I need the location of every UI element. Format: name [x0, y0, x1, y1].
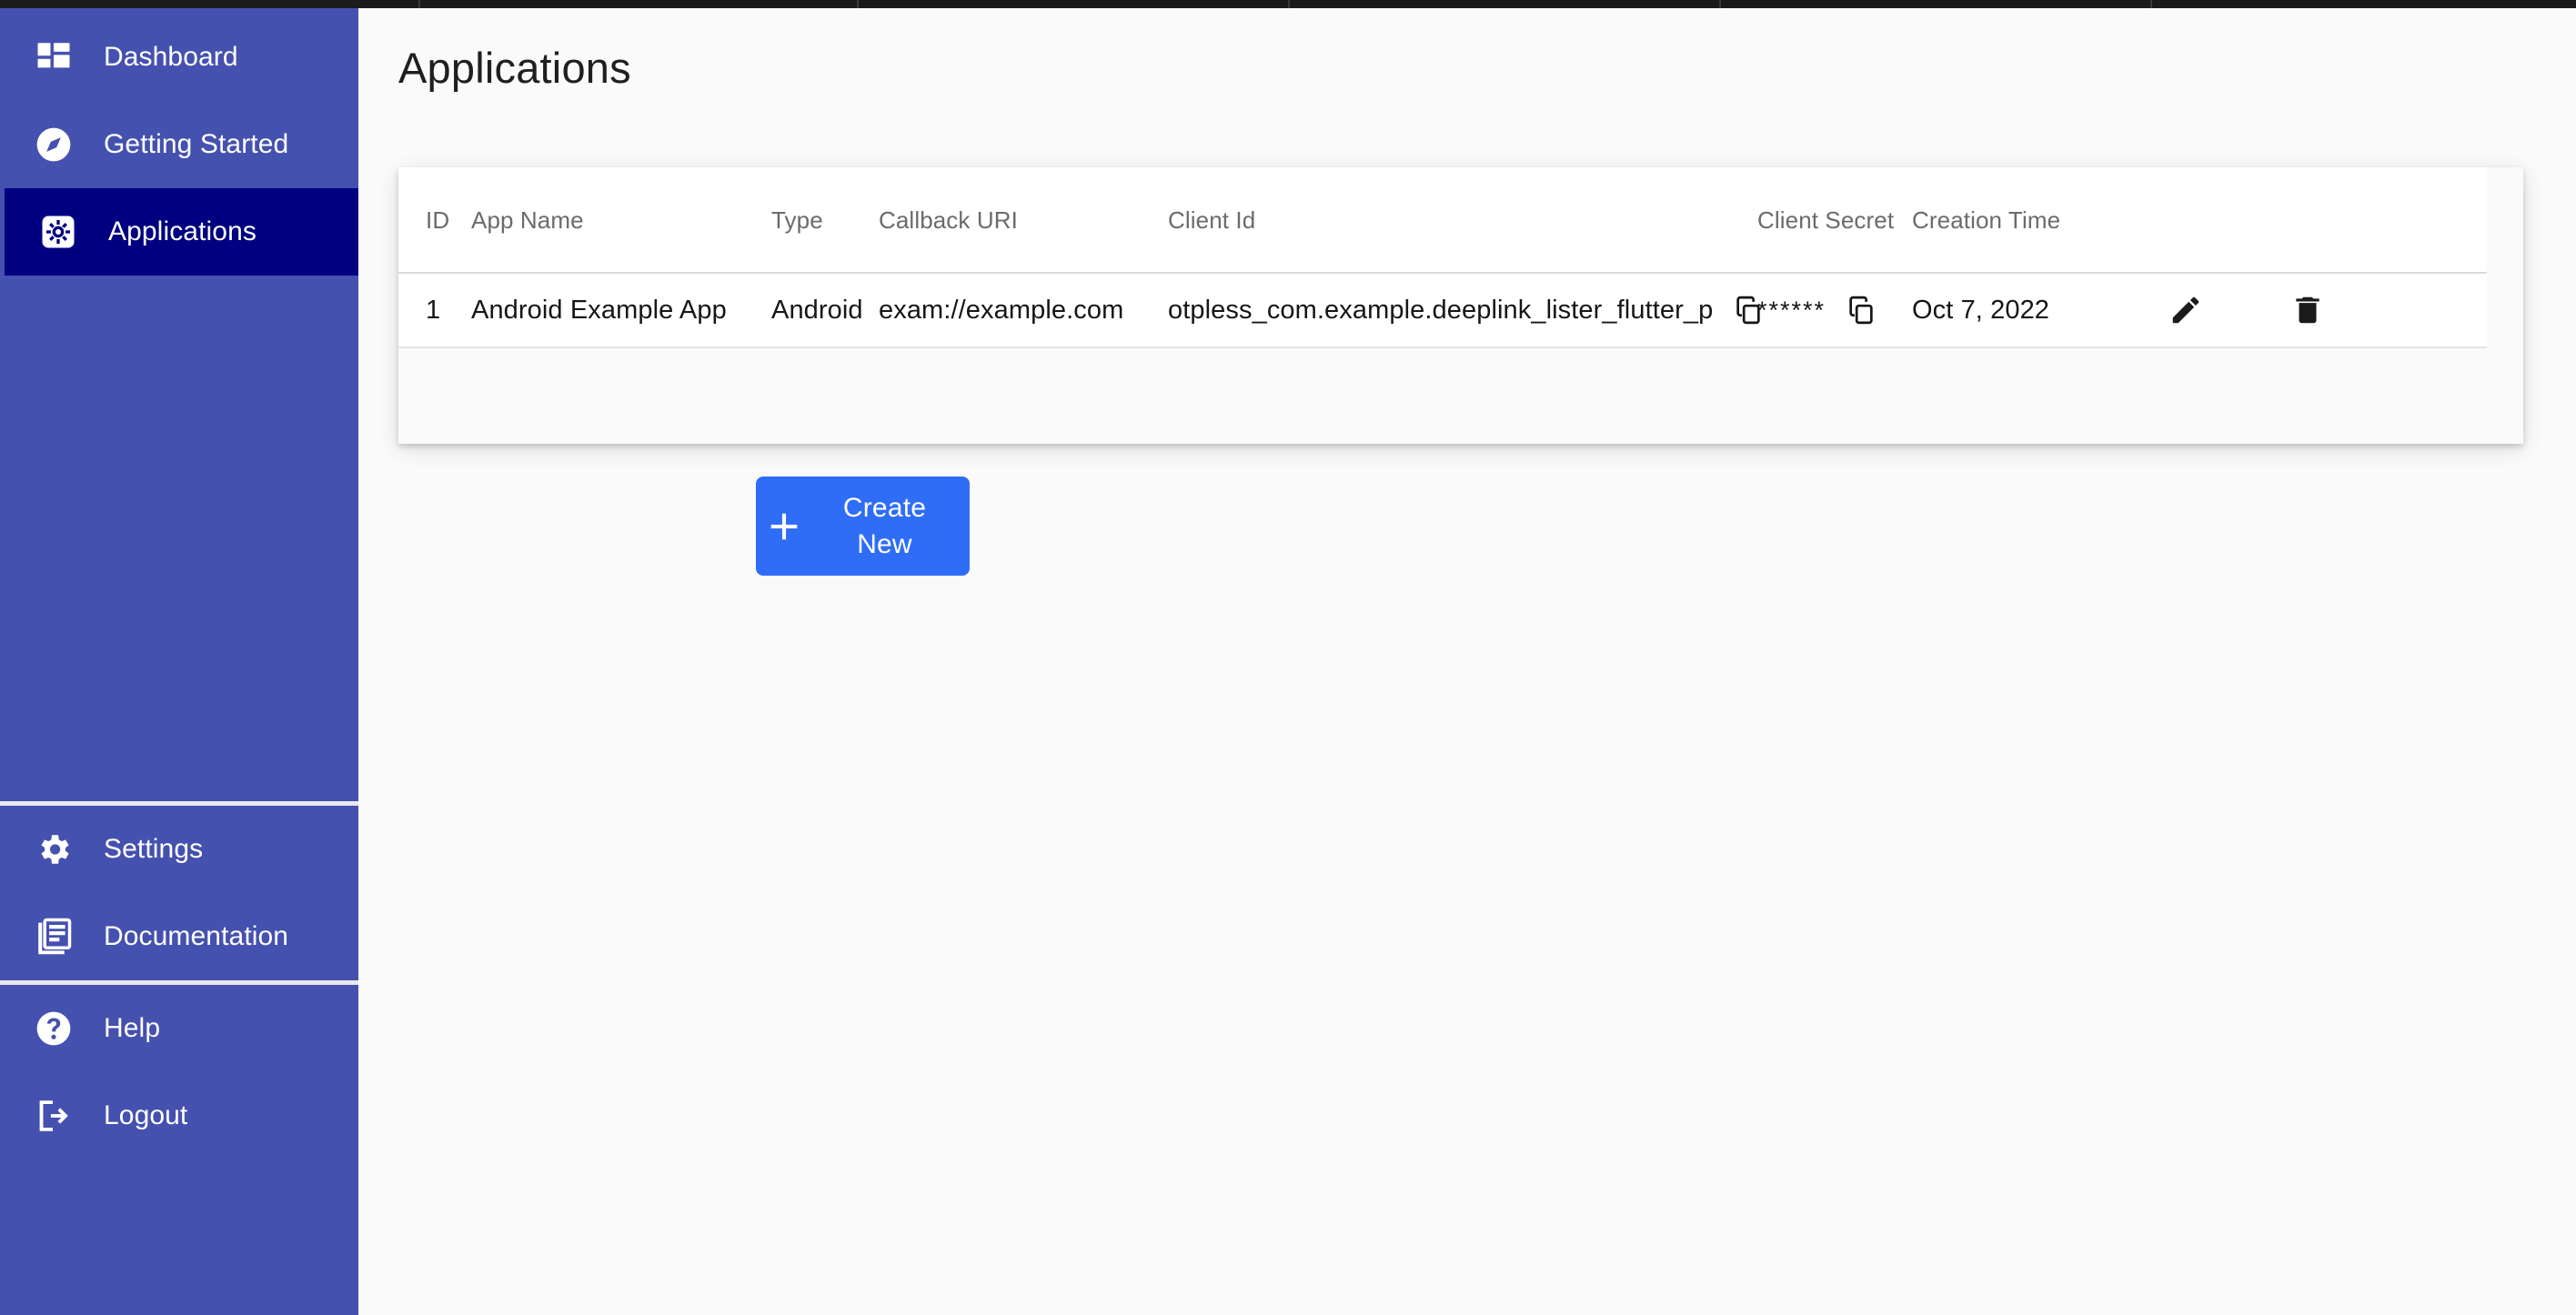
sidebar-item-settings[interactable]: Settings: [0, 806, 358, 893]
column-header-client-secret: Client Secret: [1757, 208, 1912, 232]
create-new-label-line1: Create: [843, 493, 926, 523]
sidebar-item-label: Applications: [108, 218, 257, 246]
sidebar-item-label: Logout: [104, 1102, 187, 1129]
applications-table-card: ID App Name Type Callback URI Client Id …: [398, 167, 2523, 444]
cell-edit: [2123, 293, 2249, 327]
chrome-seg: [857, 0, 859, 8]
pencil-icon[interactable]: [2168, 293, 2203, 327]
sidebar-item-documentation[interactable]: Documentation: [0, 893, 358, 980]
sidebar: Dashboard Getting Started: [0, 8, 358, 1315]
cell-creation-time: Oct 7, 2022: [1912, 297, 2123, 324]
main-content: Applications ID App Name Type Callback U…: [358, 8, 2576, 1315]
help-circle-icon: [33, 1008, 75, 1049]
column-header-creation-time: Creation Time: [1912, 208, 2123, 232]
sidebar-secondary-group: Settings Documentation: [0, 806, 358, 980]
cell-type: Android: [771, 297, 879, 324]
dashboard-icon: [33, 36, 75, 78]
table-row[interactable]: 1 Android Example App Android exam://exa…: [398, 274, 2487, 348]
cell-app-name: Android Example App: [471, 297, 771, 324]
apps-gear-icon: [37, 211, 79, 253]
sidebar-item-dashboard[interactable]: Dashboard: [0, 14, 358, 101]
sidebar-item-getting-started[interactable]: Getting Started: [0, 101, 358, 188]
trash-icon[interactable]: [2290, 293, 2325, 327]
cell-client-id: otpless_com.example.deeplink_lister_flut…: [1168, 295, 1757, 326]
table-header-row: ID App Name Type Callback URI Client Id …: [398, 167, 2487, 274]
create-new-button[interactable]: Create New: [756, 477, 970, 576]
table-footer-area: [398, 348, 2487, 442]
applications-table: ID App Name Type Callback URI Client Id …: [398, 167, 2487, 442]
sidebar-primary-group: Dashboard Getting Started: [0, 8, 358, 276]
logout-icon: [33, 1095, 75, 1137]
sidebar-item-label: Dashboard: [104, 44, 238, 71]
cell-client-secret: ******: [1757, 295, 1912, 326]
gear-icon: [33, 828, 75, 870]
sidebar-item-help[interactable]: Help: [0, 985, 358, 1072]
chrome-seg: [418, 0, 420, 8]
column-header-client-id: Client Id: [1168, 208, 1757, 232]
sidebar-item-label: Settings: [104, 836, 203, 863]
sidebar-item-label: Documentation: [104, 923, 288, 950]
sidebar-tertiary-group: Help Logout: [0, 985, 358, 1159]
chrome-seg: [1719, 0, 1721, 8]
application-window: Dashboard Getting Started: [0, 0, 2576, 1315]
chrome-seg: [2150, 0, 2152, 8]
cell-delete: [2249, 293, 2367, 327]
cell-callback-uri: exam://example.com: [879, 297, 1168, 324]
column-header-id: ID: [398, 208, 471, 232]
chrome-seg: [1288, 0, 1290, 8]
create-new-label-line2: New: [857, 529, 912, 559]
compass-icon: [33, 124, 75, 166]
sidebar-spacer: [0, 276, 358, 801]
copy-icon[interactable]: [1846, 295, 1877, 326]
plus-icon: [756, 509, 812, 544]
sidebar-item-logout[interactable]: Logout: [0, 1072, 358, 1159]
window-chrome-strip: [0, 0, 2576, 8]
page-title: Applications: [398, 46, 631, 89]
sidebar-item-label: Help: [104, 1015, 160, 1042]
cell-id: 1: [398, 297, 471, 324]
create-new-button-label: Create New: [812, 490, 970, 563]
sidebar-item-label: Getting Started: [104, 131, 288, 158]
document-icon: [33, 916, 75, 958]
column-header-app-name: App Name: [471, 208, 771, 232]
column-header-type: Type: [771, 208, 879, 232]
column-header-callback-uri: Callback URI: [879, 208, 1168, 232]
sidebar-item-applications[interactable]: Applications: [5, 188, 358, 276]
